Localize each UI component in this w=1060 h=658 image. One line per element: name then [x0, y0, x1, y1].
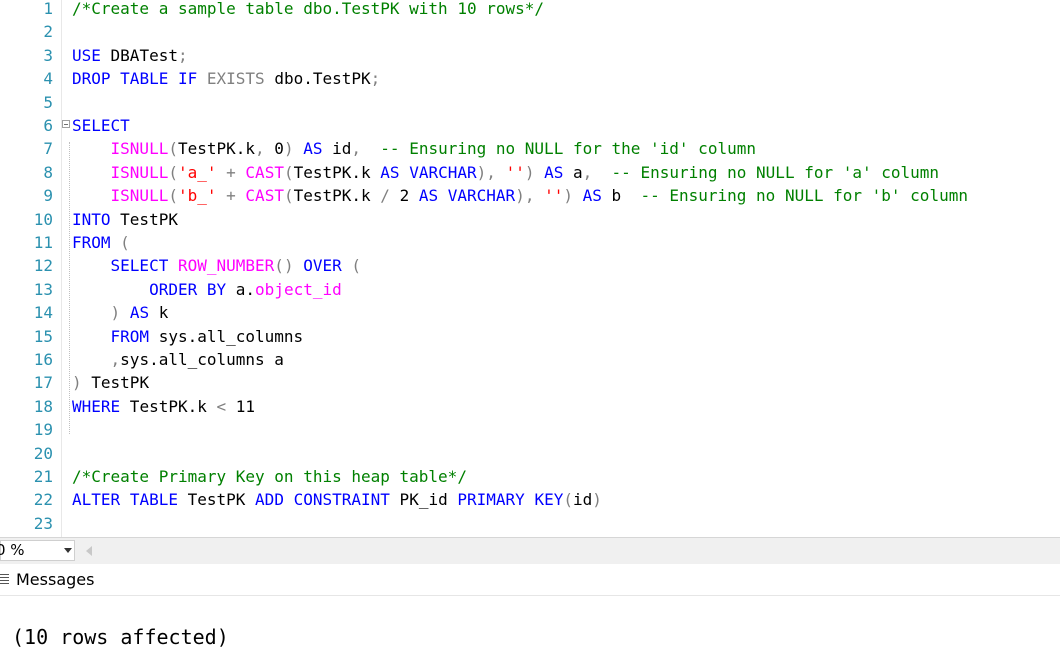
code-text: /*Create a sample table dbo.TestPK with … — [72, 0, 545, 18]
code-line[interactable]: 23 — [0, 512, 1060, 535]
editor-status-bar: 0 % — [0, 537, 1060, 564]
line-number: 2 — [43, 22, 53, 42]
code-text: FROM ( — [72, 233, 130, 252]
line-number: 15 — [33, 326, 53, 346]
line-number: 21 — [33, 467, 53, 486]
line-number: 22 — [33, 490, 53, 510]
code-text: USE DBATest; — [72, 45, 188, 65]
line-number: 23 — [33, 513, 53, 533]
line-number: 14 — [33, 303, 53, 323]
zoom-dropdown[interactable]: 0 % — [0, 540, 75, 561]
code-line[interactable]: 18 WHERE TestPK.k < 11 — [0, 395, 1060, 418]
code-line[interactable]: 15 FROM sys.all_columns — [0, 325, 1060, 348]
line-number: 6 — [43, 116, 53, 135]
line-number: 19 — [33, 420, 53, 440]
code-line[interactable]: 4 DROP TABLE IF EXISTS dbo.TestPK; — [0, 67, 1060, 90]
line-number: 18 — [33, 396, 53, 416]
code-line[interactable]: 13 ORDER BY a.object_id — [0, 278, 1060, 301]
code-text: DROP TABLE IF EXISTS dbo.TestPK; — [72, 69, 381, 89]
code-line[interactable]: 3 USE DBATest; — [0, 44, 1060, 67]
code-line[interactable]: 19 — [0, 418, 1060, 441]
line-number: 17 — [33, 373, 53, 393]
zoom-value: 0 % — [0, 541, 25, 559]
line-number: 1 — [43, 0, 53, 18]
code-text: ORDER BY a.object_id — [149, 279, 342, 299]
code-line[interactable]: 8 ISNULL('a_' + CAST(TestPK.k AS VARCHAR… — [0, 161, 1060, 184]
code-text: SELECT ROW_NUMBER() OVER ( — [110, 256, 362, 276]
code-text: INTO TestPK — [72, 209, 178, 229]
code-line[interactable]: 9 ISNULL('b_' + CAST(TestPK.k / 2 AS VAR… — [0, 184, 1060, 207]
code-text: WHERE TestPK.k < 11 — [72, 396, 256, 416]
code-text: FROM sys.all_columns — [110, 326, 304, 346]
code-text: ) TestPK — [72, 373, 150, 393]
code-line[interactable]: 17 ) TestPK — [0, 371, 1060, 394]
line-number: 4 — [43, 69, 53, 89]
code-text: ISNULL('a_' + CAST(TestPK.k AS VARCHAR),… — [110, 162, 940, 182]
code-line[interactable]: 12 SELECT ROW_NUMBER() OVER ( — [0, 254, 1060, 277]
line-number: 11 — [33, 233, 53, 252]
line-number: 7 — [43, 139, 53, 159]
code-line[interactable]: 2 — [0, 20, 1060, 43]
messages-pane[interactable]: (10 rows affected) — [0, 596, 1060, 658]
scroll-left-icon[interactable] — [86, 546, 92, 556]
code-line[interactable]: 11 FROM ( — [0, 231, 1060, 254]
line-number: 3 — [43, 45, 53, 65]
code-line[interactable]: 22 ALTER TABLE TestPK ADD CONSTRAINT PK_… — [0, 488, 1060, 511]
code-line[interactable]: 5 — [0, 91, 1060, 114]
code-text: /*Create Primary Key on this heap table*… — [72, 467, 467, 486]
line-number: 20 — [33, 443, 53, 463]
line-number: 13 — [33, 279, 53, 299]
line-number: 5 — [43, 92, 53, 112]
results-tab-bar: Messages — [0, 564, 1060, 596]
tab-messages-label: Messages — [16, 570, 95, 589]
code-line[interactable]: 1 /*Create a sample table dbo.TestPK wit… — [0, 0, 1060, 20]
line-number: 8 — [43, 162, 53, 182]
query-editor[interactable]: 1 /*Create a sample table dbo.TestPK wit… — [0, 0, 1060, 537]
line-number: 12 — [33, 256, 53, 276]
code-text: ) AS k — [110, 303, 169, 323]
code-line[interactable]: 14 ) AS k — [0, 301, 1060, 324]
code-line[interactable]: 7 ISNULL(TestPK.k, 0) AS id, -- Ensuring… — [0, 137, 1060, 160]
code-text: ISNULL('b_' + CAST(TestPK.k / 2 AS VARCH… — [110, 186, 968, 206]
messages-icon — [0, 574, 9, 585]
code-line[interactable]: 16 ,sys.all_columns a — [0, 348, 1060, 371]
code-line[interactable]: 20 — [0, 442, 1060, 465]
code-line[interactable]: 10 INTO TestPK — [0, 208, 1060, 231]
code-line[interactable]: 21 /*Create Primary Key on this heap tab… — [0, 465, 1060, 488]
line-number: 16 — [33, 350, 53, 369]
code-text: ALTER TABLE TestPK ADD CONSTRAINT PK_id … — [72, 490, 602, 510]
code-text: ,sys.all_columns a — [110, 350, 284, 369]
code-text: ISNULL(TestPK.k, 0) AS id, -- Ensuring n… — [110, 139, 756, 159]
line-number: 9 — [43, 186, 53, 206]
code-text: SELECT — [72, 116, 130, 135]
collapse-region-icon[interactable] — [62, 120, 70, 128]
line-number: 10 — [33, 209, 53, 229]
tab-messages[interactable]: Messages — [0, 568, 94, 592]
chevron-down-icon[interactable] — [64, 548, 72, 553]
code-line[interactable]: 6 SELECT — [0, 114, 1060, 137]
output-message: (10 rows affected) — [12, 625, 229, 649]
